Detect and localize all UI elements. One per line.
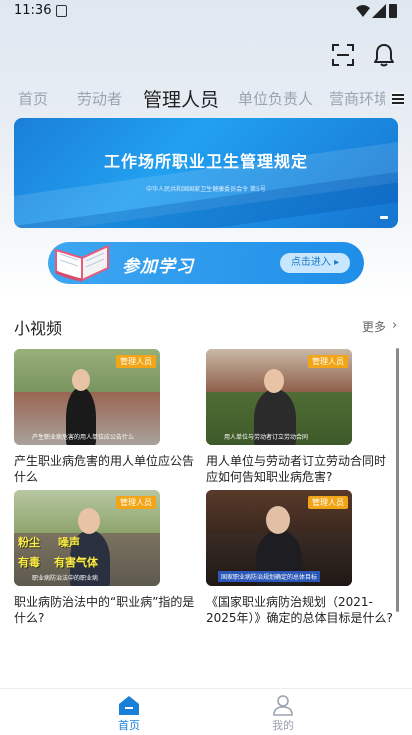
tab-managers[interactable]: 管理人员 (143, 85, 219, 112)
hazard-word: 有毒 (18, 556, 40, 569)
hazard-word: 噪声 (58, 536, 80, 549)
wifi-icon (356, 5, 370, 17)
video-thumbnail[interactable]: 管理人员 用人单位与劳动者订立劳动合同 (206, 349, 352, 445)
carousel-indicator (380, 216, 388, 219)
category-tabs: 首页 劳动者 管理人员 单位负责人 营商环境 (0, 82, 412, 114)
book-icon (55, 244, 109, 282)
battery-icon (389, 4, 397, 18)
hazard-word: 粉尘 (18, 536, 40, 549)
hazard-word: 有害气体 (54, 556, 98, 569)
status-time: 11:36 (14, 3, 52, 18)
tab-workers[interactable]: 劳动者 (77, 88, 122, 109)
video-title[interactable]: 产生职业病危害的用人单位应公告什么 (14, 453, 194, 485)
nav-mine[interactable]: 我的 (180, 689, 386, 735)
join-study-label: 参加学习 (122, 257, 194, 277)
video-badge: 管理人员 (308, 355, 348, 368)
tab-menu-icon[interactable] (392, 92, 404, 106)
banner-carousel[interactable]: 工作场所职业卫生管理规定 中华人民共和国国家卫生健康委员会令 第5号 (14, 118, 398, 228)
video-title[interactable]: 职业病防治法中的“职业病”指的是什么? (14, 594, 200, 626)
video-title[interactable]: 用人单位与劳动者订立劳动合同时应如何告知职业病危害? (206, 453, 394, 485)
status-bar: 11:36 (0, 0, 412, 24)
more-link[interactable]: 更多 (362, 318, 386, 335)
scrollbar[interactable] (396, 348, 399, 612)
video-subtitle-caption: 用人单位与劳动者订立劳动合同 (224, 434, 309, 441)
sim-card-icon (56, 5, 67, 17)
bell-icon[interactable] (373, 43, 395, 67)
tab-business-environment[interactable]: 营商环境 (329, 88, 385, 109)
video-title[interactable]: 《国家职业病防治规划（2021-2025年）》确定的总体目标是什么? (206, 594, 394, 626)
video-thumbnail[interactable]: 管理人员 产生职业病危害的用人单位应公告什么 (14, 349, 160, 445)
video-subtitle-caption: 产生职业病危害的用人单位应公告什么 (32, 434, 135, 441)
user-icon (273, 695, 293, 716)
video-badge: 管理人员 (116, 355, 156, 368)
cell-signal-icon (372, 4, 386, 18)
chevron-right-icon[interactable]: › (392, 318, 397, 333)
video-thumbnail[interactable]: 管理人员 国家职业病防治规划确定的总体目标 (206, 490, 352, 586)
video-subtitle-caption: 职业病防治法中的职业病 (32, 575, 99, 582)
video-badge: 管理人员 (308, 496, 348, 509)
home-icon (119, 696, 139, 715)
click-enter-button[interactable]: 点击进入 ▸ (280, 253, 350, 273)
bottom-navigation: 首页 我的 (0, 688, 412, 735)
nav-mine-label: 我的 (272, 719, 294, 732)
video-subtitle-caption: 国家职业病防治规划确定的总体目标 (218, 571, 321, 582)
video-badge: 管理人员 (116, 496, 156, 509)
video-thumbnail[interactable]: 粉尘 噪声 有毒 有害气体 管理人员 职业病防治法中的职业病 (14, 490, 160, 586)
banner-subtitle: 中华人民共和国国家卫生健康委员会令 第5号 (146, 186, 266, 193)
scan-icon[interactable] (332, 44, 354, 66)
tab-unit-leaders[interactable]: 单位负责人 (238, 88, 313, 109)
short-videos-title: 小视频 (14, 319, 63, 338)
banner-title: 工作场所职业卫生管理规定 (103, 152, 308, 171)
tab-home[interactable]: 首页 (18, 88, 48, 109)
